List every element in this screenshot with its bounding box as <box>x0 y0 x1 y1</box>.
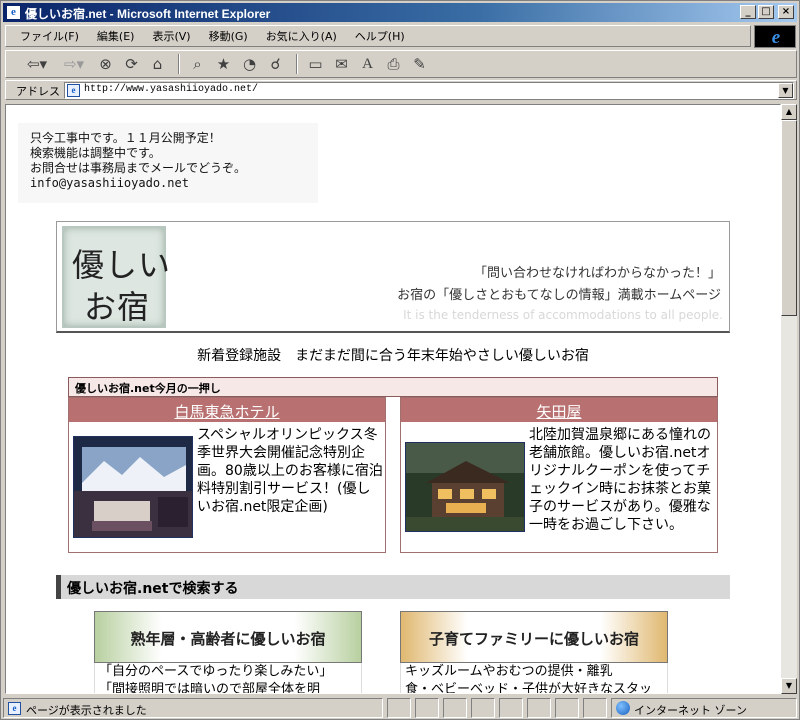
category-family-label: 子育てファミリーに優しいお宿 <box>428 630 639 648</box>
status-bar: e ページが表示されました インターネット ゾーン <box>3 698 797 718</box>
maximize-button[interactable]: □ <box>758 5 774 19</box>
forward-icon[interactable]: ⇨▾ <box>57 53 91 75</box>
close-button[interactable]: × <box>778 5 794 19</box>
status-cell <box>499 698 523 718</box>
status-cell <box>555 698 579 718</box>
category-senior-description: 「自分のペースでゆったり楽しみたい」 「間接照明では暗いので部屋全体を明 <box>94 663 362 694</box>
stop-icon[interactable]: ⊗ <box>94 53 117 75</box>
status-cell <box>415 698 439 718</box>
vertical-scrollbar[interactable]: ▲ ▼ <box>781 104 797 694</box>
description-line: キッズルームやおむつの提供・離乳 <box>405 664 613 679</box>
status-cell <box>471 698 495 718</box>
logo-text-line2: お宿 <box>84 288 151 326</box>
history-icon[interactable]: ◔ <box>238 53 261 75</box>
mail-icon[interactable]: ✉ <box>330 53 353 75</box>
notice-line: 検索機能は調整中です。 <box>30 146 161 160</box>
page-icon: e <box>67 84 80 97</box>
menu-file[interactable]: ファイル(F) <box>20 28 79 44</box>
ie-window-icon[interactable]: e <box>6 5 21 20</box>
minimize-button[interactable]: _ <box>740 5 756 19</box>
hotel-photo-hakuba <box>73 436 193 538</box>
scroll-up-icon[interactable]: ▲ <box>781 104 797 120</box>
menu-help[interactable]: ヘルプ(H) <box>355 28 405 44</box>
fullscreen-icon[interactable]: ▭ <box>304 53 327 75</box>
description-line: 「自分のペースでゆったり楽しみたい」 <box>99 664 333 679</box>
browser-window: e 優しいお宿.net - Microsoft Internet Explore… <box>0 0 800 720</box>
status-cell <box>583 698 607 718</box>
logo-text-line1: 優しい <box>72 246 172 284</box>
monthly-pick-heading: 優しいお宿.net今月の一押し <box>68 377 718 397</box>
font-icon[interactable]: A <box>356 53 379 75</box>
menu-bar: ファイル(F) 編集(E) 表示(V) 移動(G) お気に入り(A) ヘルプ(H… <box>5 25 751 47</box>
menu-go[interactable]: 移動(G) <box>209 28 248 44</box>
card-title-bar: 矢田屋 <box>401 398 717 422</box>
category-senior-label: 熟年層・高齢者に優しいお宿 <box>130 630 326 648</box>
status-main-cell: e ページが表示されました <box>3 698 383 718</box>
menu-view[interactable]: 表示(V) <box>152 28 190 44</box>
hotel-description-yadaya: 北陸加賀温泉郷にある憧れの老舗旅館。優しいお宿.netオリジナルクーポンを使って… <box>529 427 711 533</box>
search-icon[interactable]: ⌕ <box>186 53 209 75</box>
home-icon[interactable]: ⌂ <box>146 53 169 75</box>
window-title: 優しいお宿.net - Microsoft Internet Explorer <box>25 7 271 21</box>
print-icon[interactable]: ⎙ <box>382 53 405 75</box>
menu-favorites[interactable]: お気に入り(A) <box>266 28 337 44</box>
hotel-description-hakuba: スペシャルオリンピックス冬季世界大会開催記念特別企画。80歳以上のお客様に宿泊料… <box>197 427 383 515</box>
edit-icon[interactable]: ✎ <box>408 53 431 75</box>
notice-email: info@yasashiioyado.net <box>30 176 189 190</box>
status-cell <box>387 698 411 718</box>
category-family-description: キッズルームやおむつの提供・離乳 食・ベビーベッド・子供が大好きなスタッ <box>400 663 668 694</box>
category-family-button[interactable]: 子育てファミリーに優しいお宿 <box>400 611 668 663</box>
hotel-photo-yadaya <box>405 442 525 532</box>
notice-line: お問合せは事務局までメールでどうぞ。 <box>30 161 247 175</box>
construction-notice: 只今工事中です。１１月公開予定！ 検索機能は調整中です。 お問合せは事務局までメ… <box>18 123 318 203</box>
menu-edit[interactable]: 編集(E) <box>97 28 135 44</box>
tagline-description: お宿の「優しさとおもてなしの情報」満載ホームページ <box>397 288 721 303</box>
tagline-quote: 「問い合わせなければわからなかった！」 <box>473 266 721 281</box>
toolbar-separator <box>296 54 298 74</box>
refresh-icon[interactable]: ⟳ <box>120 53 143 75</box>
address-bar: アドレス e http://www.yasashiioyado.net/ ▼ <box>5 80 797 100</box>
address-url[interactable]: http://www.yasashiioyado.net/ <box>84 84 258 95</box>
page-done-icon: e <box>8 702 21 715</box>
tagline-english: It is the tenderness of accommodations t… <box>403 308 723 322</box>
hotel-link-hakuba[interactable]: 白馬東急ホテル <box>174 403 279 421</box>
description-line: 食・ベビーベッド・子供が大好きなスタッ <box>405 682 653 694</box>
hotel-link-yadaya[interactable]: 矢田屋 <box>536 403 581 421</box>
ie-logo-icon: e <box>771 27 781 48</box>
address-label: アドレス <box>16 85 60 98</box>
security-zone-cell[interactable]: インターネット ゾーン <box>611 698 797 718</box>
zone-text: インターネット ゾーン <box>634 704 747 717</box>
address-dropdown-icon[interactable]: ▼ <box>778 83 793 98</box>
scroll-down-icon[interactable]: ▼ <box>781 678 797 694</box>
status-text: ページが表示されました <box>26 704 147 717</box>
favorites-icon[interactable]: ★ <box>212 53 235 75</box>
page-viewport[interactable]: 只今工事中です。１１月公開予定！ 検索機能は調整中です。 お問合せは事務局までメ… <box>5 104 781 694</box>
toolbar-separator <box>178 54 180 74</box>
category-senior-button[interactable]: 熟年層・高齢者に優しいお宿 <box>94 611 362 663</box>
internet-zone-icon <box>616 701 630 715</box>
ie-throbber: e <box>754 25 796 48</box>
pick-card-hakuba: 白馬東急ホテル スペシャルオリンピックス冬季世界大会開催記念特別企画。80歳以上… <box>68 397 386 553</box>
site-logo[interactable]: 優しい お宿 <box>62 226 170 328</box>
back-icon[interactable]: ⇦▾ <box>20 53 54 75</box>
search-section-heading: 優しいお宿.netで検索する <box>56 575 730 599</box>
status-cell <box>443 698 467 718</box>
address-input[interactable]: e http://www.yasashiioyado.net/ ▼ <box>64 82 794 99</box>
standard-toolbar: ⇦▾ ⇨▾ ⊗ ⟳ ⌂ ⌕ ★ ◔ ☌ ▭ ✉ A ⎙ ✎ <box>5 50 797 78</box>
scroll-thumb[interactable] <box>781 120 797 316</box>
status-cell <box>527 698 551 718</box>
card-title-bar: 白馬東急ホテル <box>69 398 385 422</box>
new-listings-link[interactable]: 新着登録施設 まだまだ間に合う年末年始やさしい優しいお宿 <box>56 345 730 365</box>
notice-line: 只今工事中です。１１月公開予定！ <box>30 131 221 145</box>
channels-icon[interactable]: ☌ <box>264 53 287 75</box>
site-header: 優しい お宿 「問い合わせなければわからなかった！」 お宿の「優しさとおもてなし… <box>56 221 730 333</box>
description-line: 「間接照明では暗いので部屋全体を明 <box>99 682 321 694</box>
title-bar[interactable]: e 優しいお宿.net - Microsoft Internet Explore… <box>3 3 797 22</box>
pick-card-yadaya: 矢田屋 北陸加賀温泉郷にある憧れの老舗旅館。優しいお宿.netオリジナルクーポン… <box>400 397 718 553</box>
